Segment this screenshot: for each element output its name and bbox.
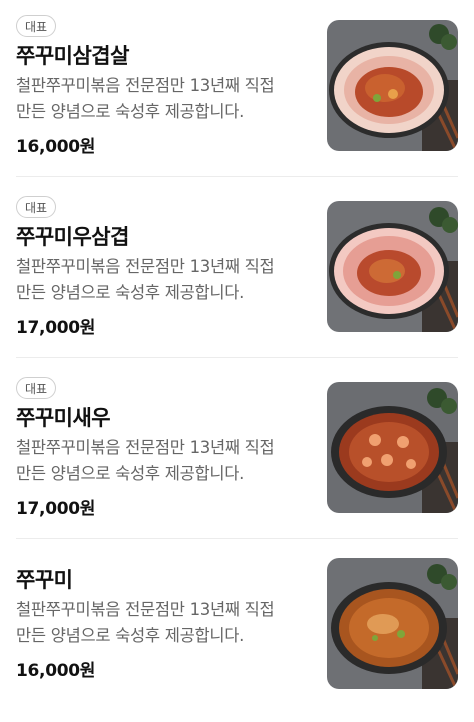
signature-badge: 대표 [16, 196, 57, 218]
menu-item-description: 철판쭈꾸미볶음 전문점만 13년째 직접 만든 양념으로 숙성후 제공합니다. [16, 254, 316, 306]
description-line: 만든 양념으로 숙성후 제공합니다. [16, 464, 245, 483]
menu-item-description: 철판쭈꾸미볶음 전문점만 13년째 직접 만든 양념으로 숙성후 제공합니다. [16, 435, 316, 487]
description-line: 철판쭈꾸미볶음 전문점만 13년째 직접 [16, 438, 275, 457]
food-photo-icon[interactable] [327, 382, 458, 513]
item-divider [16, 176, 458, 177]
signature-badge: 대표 [16, 15, 57, 37]
description-line: 철판쭈꾸미볶음 전문점만 13년째 직접 [16, 76, 275, 95]
food-photo-icon[interactable] [327, 20, 458, 151]
menu-list: 대표 쭈꾸미삼겹살 철판쭈꾸미볶음 전문점만 13년째 직접 만든 양념으로 숙… [0, 0, 474, 703]
description-line: 만든 양념으로 숙성후 제공합니다. [16, 626, 245, 645]
menu-item-name: 쭈꾸미 [16, 568, 73, 592]
menu-item-name: 쭈꾸미우삼겹 [16, 225, 129, 249]
signature-badge: 대표 [16, 377, 57, 399]
description-line: 철판쭈꾸미볶음 전문점만 13년째 직접 [16, 600, 275, 619]
menu-item-price: 17,000원 [16, 318, 96, 338]
description-line: 만든 양념으로 숙성후 제공합니다. [16, 102, 245, 121]
menu-item-description: 철판쭈꾸미볶음 전문점만 13년째 직접 만든 양념으로 숙성후 제공합니다. [16, 73, 316, 125]
food-photo-icon[interactable] [327, 558, 458, 689]
menu-item-samgyeopsal[interactable]: 대표 쭈꾸미삼겹살 철판쭈꾸미볶음 전문점만 13년째 직접 만든 양념으로 숙… [16, 0, 458, 180]
menu-item-price: 17,000원 [16, 499, 96, 519]
item-divider [16, 357, 458, 358]
menu-item-price: 16,000원 [16, 137, 96, 157]
food-photo-icon[interactable] [327, 201, 458, 332]
item-divider [16, 538, 458, 539]
menu-item-name: 쭈꾸미삼겹살 [16, 44, 129, 68]
description-line: 철판쭈꾸미볶음 전문점만 13년째 직접 [16, 257, 275, 276]
description-line: 만든 양념으로 숙성후 제공합니다. [16, 283, 245, 302]
menu-item-name: 쭈꾸미새우 [16, 406, 111, 430]
menu-item-description: 철판쭈꾸미볶음 전문점만 13년째 직접 만든 양념으로 숙성후 제공합니다. [16, 597, 316, 649]
menu-item-shrimp[interactable]: 대표 쭈꾸미새우 철판쭈꾸미볶음 전문점만 13년째 직접 만든 양념으로 숙성… [16, 361, 458, 541]
menu-item-usamgyeop[interactable]: 대표 쭈꾸미우삼겹 철판쭈꾸미볶음 전문점만 13년째 직접 만든 양념으로 숙… [16, 180, 458, 360]
menu-item-price: 16,000원 [16, 661, 96, 681]
menu-item-jjukkumi[interactable]: 쭈꾸미 철판쭈꾸미볶음 전문점만 13년째 직접 만든 양념으로 숙성후 제공합… [16, 542, 458, 722]
